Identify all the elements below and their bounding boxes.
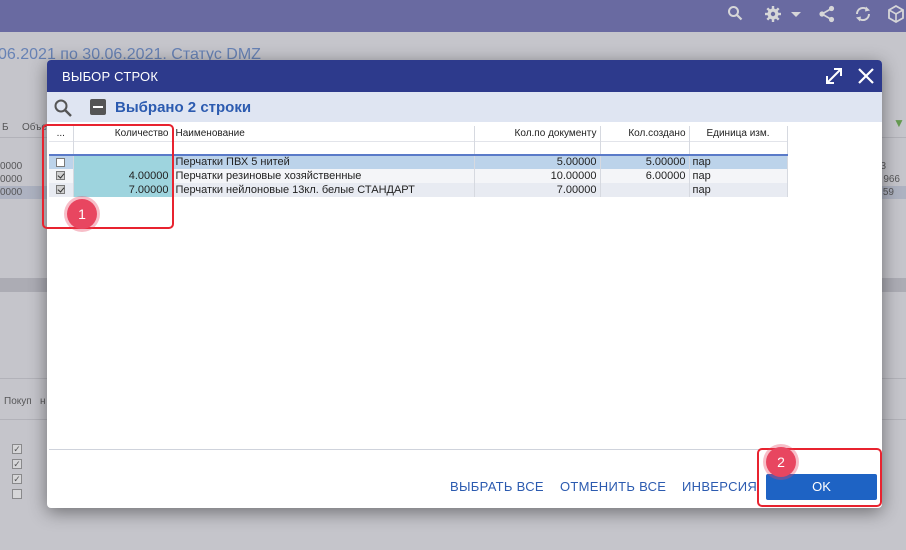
filter-cell[interactable]: [172, 140, 475, 156]
invert-button[interactable]: ИНВЕРСИЯ: [682, 479, 757, 494]
dialog-header: ВЫБОР СТРОК: [47, 60, 882, 92]
name-cell: Перчатки резиновые хозяйственные: [172, 169, 475, 183]
dialog-toolbar: Выбрано 2 строки: [47, 92, 882, 122]
cancel-all-button[interactable]: ОТМЕНИТЬ ВСЕ: [560, 479, 666, 494]
column-header-doc-qty[interactable]: Кол.по документу: [474, 126, 601, 141]
filter-cell[interactable]: [689, 140, 788, 156]
filter-cell[interactable]: [474, 140, 601, 156]
unit-cell: пар: [689, 155, 788, 169]
annotation-box-1: [42, 124, 174, 229]
selected-count-label: Выбрано 2 строки: [115, 99, 252, 116]
name-cell: Перчатки нейлоновые 13кл. белые СТАНДАРТ: [172, 183, 475, 197]
name-cell: Перчатки ПВХ 5 нитей: [172, 155, 475, 169]
close-icon[interactable]: [855, 65, 877, 87]
filter-cell[interactable]: [600, 140, 690, 156]
created-cell: 5.00000: [600, 155, 690, 169]
expand-icon[interactable]: [823, 65, 845, 87]
column-header-created[interactable]: Кол.создано: [600, 126, 690, 141]
annotation-badge-2: 2: [766, 447, 796, 477]
doc-qty-cell: 5.00000: [474, 155, 601, 169]
created-cell: [600, 183, 690, 197]
doc-qty-cell: 7.00000: [474, 183, 601, 197]
created-cell: 6.00000: [600, 169, 690, 183]
deselect-all-checkbox[interactable]: [90, 99, 106, 115]
column-header-unit[interactable]: Единица изм.: [689, 126, 788, 141]
annotation-badge-1: 1: [67, 199, 97, 229]
unit-cell: пар: [689, 183, 788, 197]
column-header-name[interactable]: Наименование: [172, 126, 475, 141]
unit-cell: пар: [689, 169, 788, 183]
search-icon[interactable]: [53, 98, 73, 118]
doc-qty-cell: 10.00000: [474, 169, 601, 183]
select-all-button[interactable]: ВЫБРАТЬ ВСЕ: [450, 479, 544, 494]
dialog-title: ВЫБОР СТРОК: [62, 69, 159, 84]
